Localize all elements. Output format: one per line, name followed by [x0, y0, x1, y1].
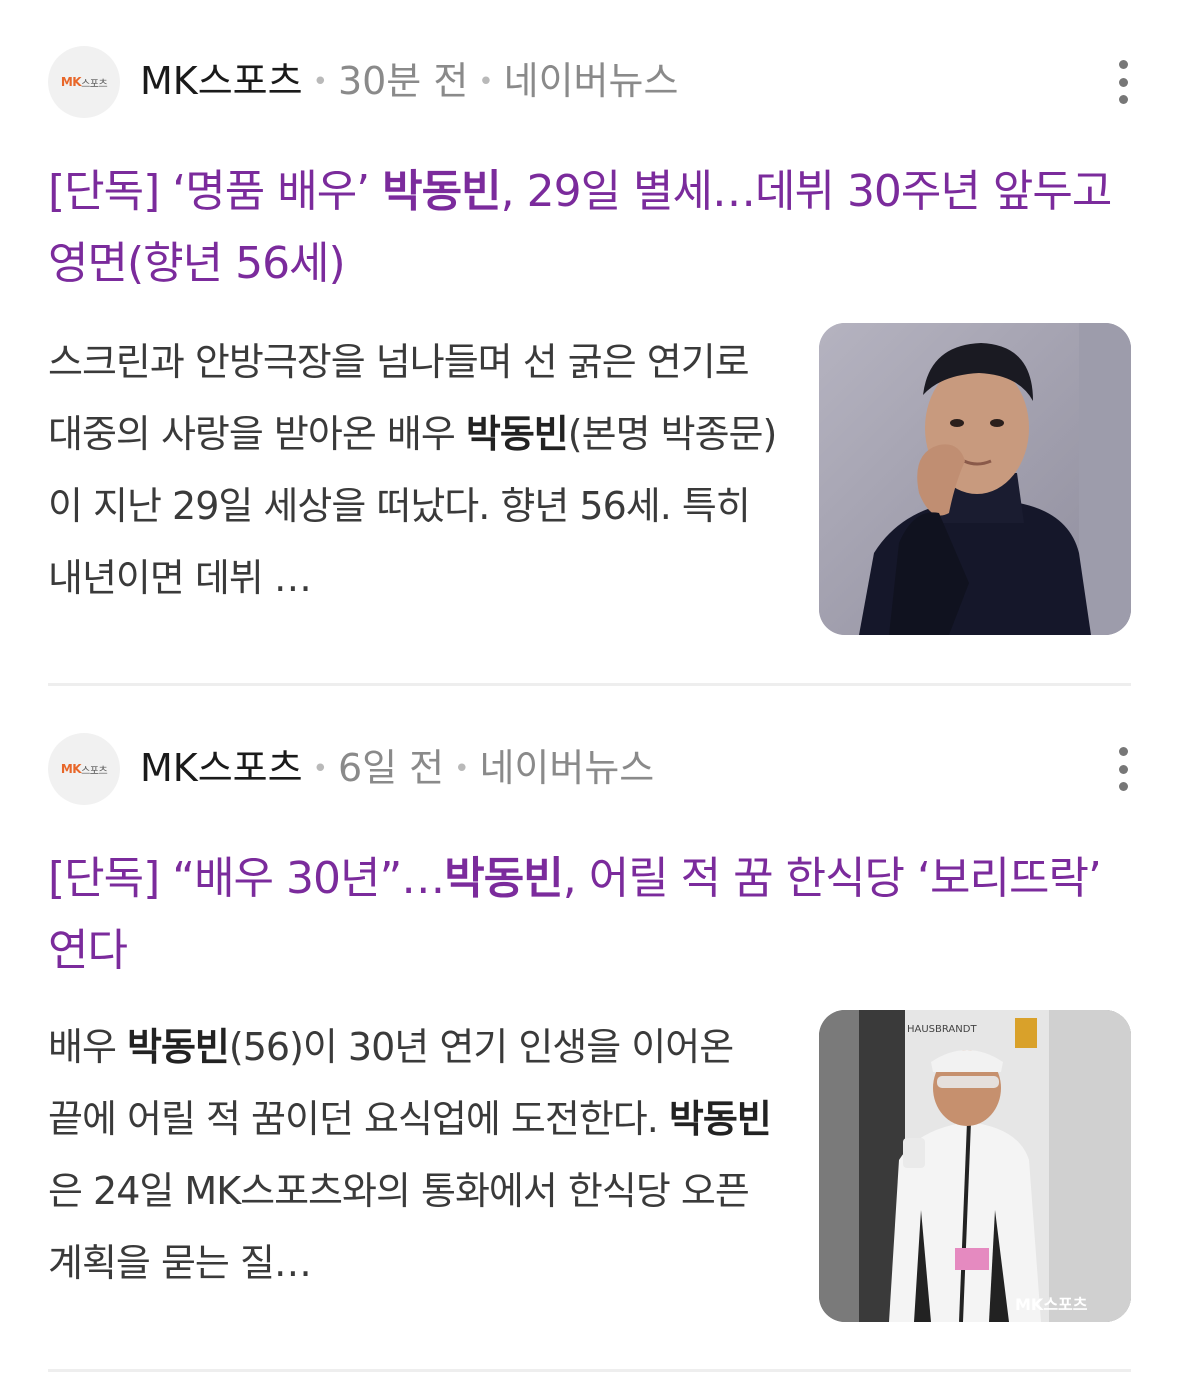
publish-time: 6일 전: [337, 746, 445, 790]
divider: [48, 1369, 1131, 1372]
logo-text-sports: 스포츠: [81, 78, 108, 90]
headline-text: [단독] “배우 30년”…: [48, 853, 445, 904]
event-photo-image: HAUSBRANDT MK스포츠: [819, 1010, 1131, 1322]
more-options-icon[interactable]: [1115, 60, 1131, 104]
headline-highlight: 박동빈: [444, 853, 563, 904]
platform-label: 네이버뉴스: [479, 746, 655, 790]
source-row: MK 스포츠 MK스포츠 • 6일 전 • 네이버뉴스: [48, 733, 1131, 805]
summary-text: 배우: [48, 1025, 127, 1069]
article-headline[interactable]: [단독] ‘명품 배우’ 박동빈, 29일 별세…데뷔 30주년 앞두고 영면(…: [48, 156, 1123, 300]
summary-highlight: 박동빈: [668, 1097, 772, 1141]
publish-time: 30분 전: [337, 59, 469, 103]
logo-text-sports: 스포츠: [81, 765, 108, 777]
article-headline[interactable]: [단독] “배우 30년”…박동빈, 어릴 적 꿈 한식당 ‘보리뜨락’ 연다: [48, 843, 1123, 987]
article-thumbnail[interactable]: HAUSBRANDT MK스포츠: [819, 1010, 1131, 1322]
divider: [48, 683, 1131, 686]
separator-dot: •: [478, 67, 494, 97]
summary-highlight: 박동빈: [127, 1025, 230, 1069]
summary-text: 은 24일 MK스포츠와의 통화에서 한식당 오픈 계획을 묻는 질…: [48, 1169, 750, 1285]
portrait-image: [819, 323, 1131, 635]
source-logo[interactable]: MK 스포츠: [48, 733, 120, 805]
more-options-icon[interactable]: [1115, 747, 1131, 791]
separator-dot: •: [312, 67, 328, 97]
logo-text-mk: MK: [60, 75, 82, 89]
article-thumbnail[interactable]: [819, 323, 1131, 635]
platform-label: 네이버뉴스: [503, 59, 679, 103]
photo-watermark: MK스포츠: [1015, 1295, 1088, 1314]
summary-highlight: 박동빈: [465, 412, 569, 456]
headline-highlight: 박동빈: [382, 166, 501, 217]
source-name[interactable]: MK스포츠: [140, 59, 303, 103]
separator-dot: •: [454, 754, 470, 784]
article-summary[interactable]: 스크린과 안방극장을 넘나들며 선 굵은 연기로 대중의 사랑을 받아온 배우 …: [48, 326, 778, 614]
article-summary[interactable]: 배우 박동빈(56)이 30년 연기 인생을 이어온 끝에 어릴 적 꿈이던 요…: [48, 1011, 778, 1299]
photo-brand-text: HAUSBRANDT: [907, 1024, 977, 1035]
source-meta: MK스포츠 • 6일 전 • 네이버뉴스: [140, 743, 654, 798]
source-meta: MK스포츠 • 30분 전 • 네이버뉴스: [140, 56, 678, 111]
headline-text: [단독] ‘명품 배우’: [48, 166, 383, 217]
separator-dot: •: [312, 754, 328, 784]
source-row: MK 스포츠 MK스포츠 • 30분 전 • 네이버뉴스: [48, 46, 1131, 118]
logo-text-mk: MK: [60, 762, 82, 776]
source-name[interactable]: MK스포츠: [140, 746, 303, 790]
source-logo[interactable]: MK 스포츠: [48, 46, 120, 118]
